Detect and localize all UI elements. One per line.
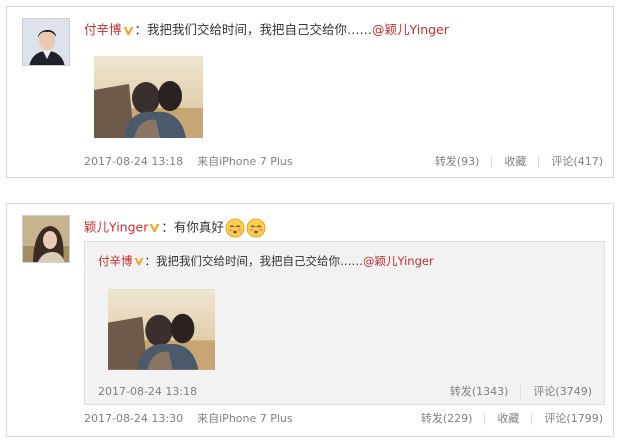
quoted-post-meta: 2017-08-24 13:18: [98, 385, 197, 399]
author-avatar[interactable]: [22, 18, 70, 66]
couple-photo-icon: [94, 56, 203, 138]
verified-v-icon: [134, 257, 144, 266]
divider: [484, 413, 486, 425]
quoted-post-actions: 转发(1343) 评论(3749): [450, 385, 592, 399]
author-avatar[interactable]: [22, 215, 70, 263]
verified-v-icon: [149, 223, 160, 233]
quoted-post: 付辛博 ：我把我们交给时间，我把自己交给你……@颖儿Yinger 2017-08…: [84, 241, 605, 405]
post-actions: 转发(229) 收藏 评论(1799): [421, 412, 603, 426]
quoted-author-name-link[interactable]: 付辛博: [98, 254, 133, 268]
post-image[interactable]: [94, 56, 203, 138]
male-avatar-icon: [23, 19, 69, 65]
post-text-line: 颖儿Yinger ：有你真好: [84, 218, 266, 238]
favorite-button[interactable]: 收藏: [497, 412, 519, 426]
mention-link[interactable]: @颖儿Yinger: [372, 22, 449, 37]
post-meta: 2017-08-24 13:18 来自iPhone 7 Plus: [84, 155, 293, 169]
divider: [531, 413, 533, 425]
post-text: ：我把我们交给时间，我把自己交给你……: [134, 22, 373, 37]
quoted-post-timestamp[interactable]: 2017-08-24 13:18: [98, 385, 197, 398]
post-text-line: 付辛博 ：我把我们交给时间，我把自己交给你……@颖儿Yinger: [84, 21, 449, 39]
post-timestamp[interactable]: 2017-08-24 13:30: [84, 412, 183, 425]
divider: [520, 386, 522, 398]
comment-button[interactable]: 评论(1799): [544, 412, 603, 426]
female-avatar-icon: [23, 216, 69, 262]
post-source: 来自iPhone 7 Plus: [197, 412, 293, 425]
author-name-link[interactable]: 颖儿Yinger: [84, 220, 148, 235]
quoted-mention-link[interactable]: @颖儿Yinger: [363, 254, 434, 268]
author-name-link[interactable]: 付辛博: [84, 22, 122, 37]
repost-button[interactable]: 转发(229): [421, 412, 473, 426]
post-meta: 2017-08-24 13:30 来自iPhone 7 Plus: [84, 412, 293, 426]
comment-button[interactable]: 评论(417): [551, 155, 603, 169]
post-source: 来自iPhone 7 Plus: [197, 155, 293, 168]
favorite-button[interactable]: 收藏: [504, 155, 526, 169]
quoted-post-image[interactable]: [108, 289, 215, 370]
quoted-post-text: ：我把我们交给时间，我把自己交给你……: [144, 254, 364, 268]
blush-face-emoji-icon: [246, 218, 266, 238]
blush-face-emoji-icon: [225, 218, 245, 238]
post-actions: 转发(93) 收藏 评论(417): [435, 155, 603, 169]
post-timestamp[interactable]: 2017-08-24 13:18: [84, 155, 183, 168]
post-text: ：有你真好: [161, 219, 224, 235]
divider: [538, 156, 540, 168]
repost-button[interactable]: 转发(93): [435, 155, 480, 169]
quoted-post-text-line: 付辛博 ：我把我们交给时间，我把自己交给你……@颖儿Yinger: [98, 253, 434, 269]
quoted-comment-button[interactable]: 评论(3749): [533, 385, 592, 399]
feed-card-post2: 颖儿Yinger ：有你真好 付辛博 ：我把我们交给时间，我把自己交给你……@颖…: [6, 203, 614, 437]
divider: [491, 156, 493, 168]
quoted-repost-button[interactable]: 转发(1343): [450, 385, 509, 399]
verified-v-icon: [123, 26, 134, 36]
couple-photo-icon: [108, 289, 215, 370]
feed-card-post1: 付辛博 ：我把我们交给时间，我把自己交给你……@颖儿Yinger 2017-08…: [6, 6, 614, 178]
